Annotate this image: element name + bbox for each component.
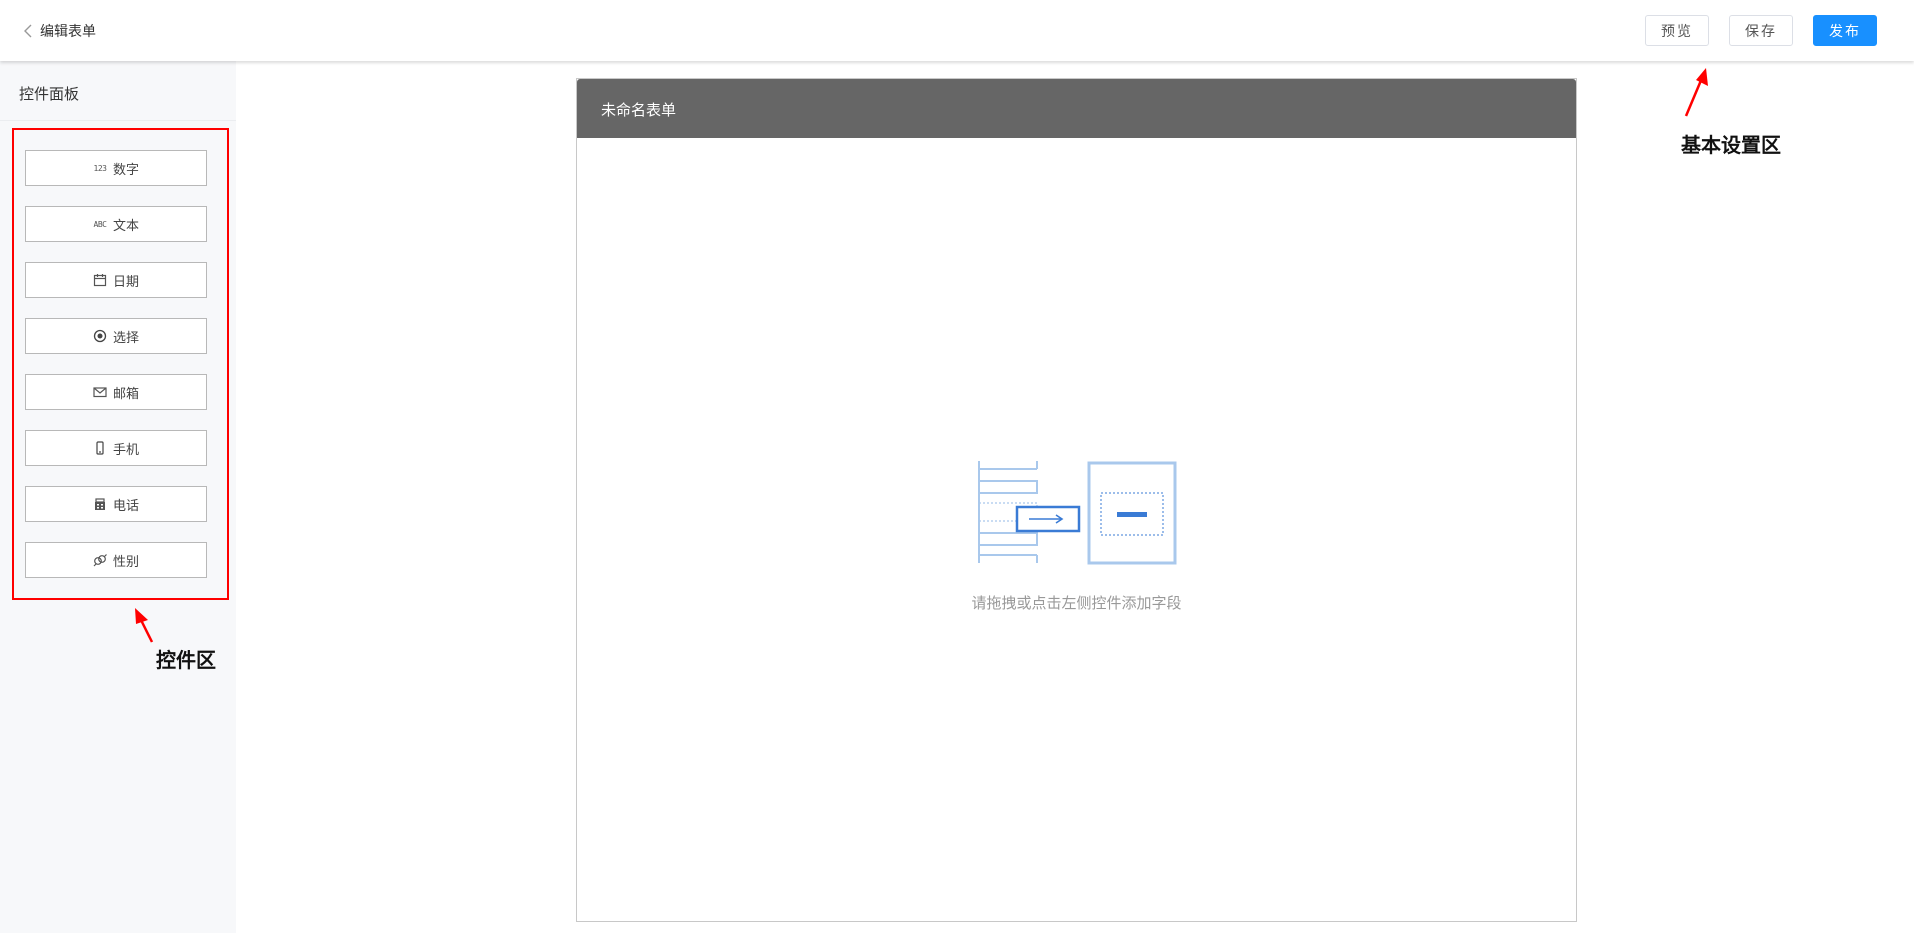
- form-header: 未命名表单: [577, 79, 1576, 138]
- controls-area-label: 控件区: [156, 648, 216, 672]
- preview-button[interactable]: 预览: [1645, 15, 1709, 46]
- drag-illustration-icon: [977, 461, 1177, 571]
- form-canvas[interactable]: 未命名表单 请拖拽或点击左侧控件添加字段: [576, 78, 1577, 922]
- page-title: 编辑表单: [40, 24, 96, 40]
- chevron-left-icon: [24, 24, 32, 38]
- annotation-arrow-icon: [1684, 68, 1708, 117]
- annotation-arrow-icon: [135, 608, 154, 643]
- back-button[interactable]: 编辑表单: [22, 19, 96, 43]
- top-header: 编辑表单 预览 保存 发布: [0, 0, 1914, 61]
- save-button[interactable]: 保存: [1729, 15, 1793, 46]
- publish-button[interactable]: 发布: [1813, 15, 1877, 46]
- form-title: 未命名表单: [601, 101, 677, 119]
- divider: [0, 120, 236, 121]
- empty-hint: 请拖拽或点击左侧控件添加字段: [971, 594, 1182, 612]
- panel-title: 控件面板: [19, 85, 80, 103]
- controls-area-highlight: [12, 128, 229, 600]
- settings-area-label: 基本设置区: [1681, 133, 1781, 157]
